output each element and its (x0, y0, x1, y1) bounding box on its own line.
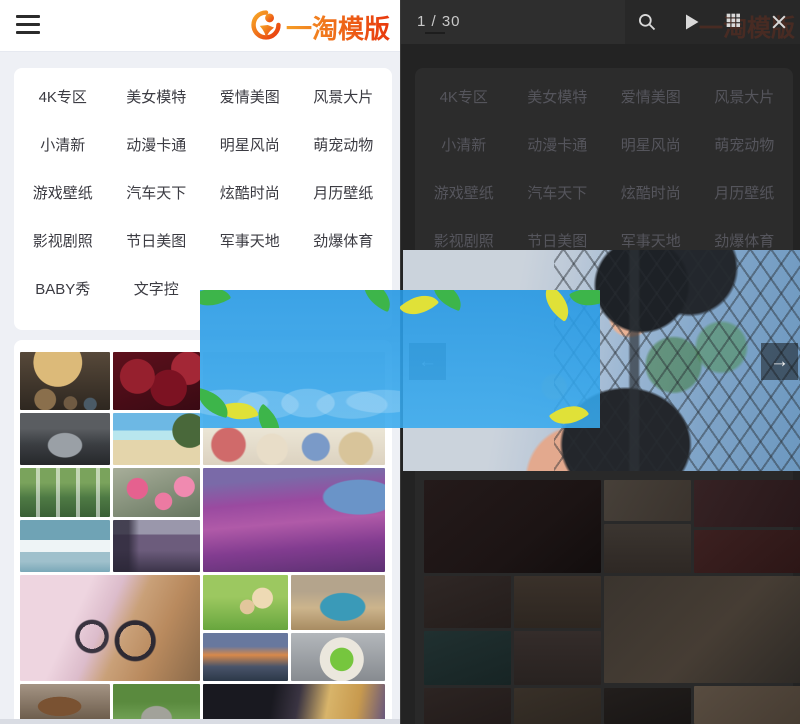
dimmed-category-item-爱情美图[interactable]: 爱情美图 (621, 86, 681, 107)
dimmed-category-item-风景大片[interactable]: 风景大片 (714, 86, 774, 107)
dimmed-category-item-萌宠动物[interactable]: 萌宠动物 (714, 134, 774, 155)
category-item-4K专区[interactable]: 4K专区 (39, 86, 87, 107)
leaf-icon (200, 290, 231, 315)
category-item-美女模特[interactable]: 美女模特 (126, 86, 186, 107)
dim-thumb-model-light[interactable] (604, 480, 691, 521)
category-item-炫酷时尚[interactable]: 炫酷时尚 (220, 182, 280, 203)
leaf-icon (400, 290, 439, 324)
dimmed-category-item-游戏壁纸[interactable]: 游戏壁纸 (434, 182, 494, 203)
dim-thumb-model-arms-up[interactable] (424, 480, 601, 573)
screenshot-stage: 一淘模版 4K专区 美女模特 爱情美图 风景大片小清新 动漫卡通 明星风尚 萌宠动物游戏壁纸… (0, 0, 800, 724)
dimmed-category-item-4K专区[interactable]: 4K专区 (440, 86, 488, 107)
category-item-风景大片[interactable]: 风景大片 (313, 86, 373, 107)
category-item-劲爆体育[interactable]: 劲爆体育 (313, 230, 373, 251)
dimmed-category-item-影视剧照[interactable]: 影视剧照 (434, 230, 494, 251)
next-arrow-button[interactable]: → (761, 343, 798, 380)
dimmed-category-item-明星风尚[interactable]: 明星风尚 (621, 134, 681, 155)
dim-thumb-girl-yellow[interactable] (514, 576, 601, 628)
category-item-军事天地[interactable]: 军事天地 (220, 230, 280, 251)
thumb-rabbits[interactable] (203, 575, 288, 630)
dimmed-category-item-节日美图[interactable]: 节日美图 (527, 230, 587, 251)
thumb-forest-road[interactable] (113, 684, 200, 724)
dimmed-category-item-劲爆体育[interactable]: 劲爆体育 (714, 230, 774, 251)
thumb-sunset-road[interactable] (203, 633, 288, 681)
thumb-planets[interactable] (20, 352, 110, 410)
dimmed-category-item-汽车天下[interactable]: 汽车天下 (527, 182, 587, 203)
hamburger-menu-icon[interactable] (16, 15, 40, 35)
category-item-明星风尚[interactable]: 明星风尚 (220, 134, 280, 155)
dim-thumb-couple-dark[interactable] (604, 688, 691, 724)
logo-person-icon (250, 9, 282, 46)
thumb-food-bowl[interactable] (291, 633, 385, 681)
category-item-游戏壁纸[interactable]: 游戏壁纸 (33, 182, 93, 203)
thumb-lavender-field[interactable] (203, 468, 385, 572)
thumb-camellia[interactable] (113, 468, 200, 517)
dim-thumb-blonde-portrait[interactable] (604, 576, 800, 683)
dimmed-category-item-小清新[interactable]: 小清新 (441, 134, 486, 155)
thumb-blue-car[interactable] (291, 575, 385, 630)
thumb-bicycle[interactable] (20, 575, 200, 681)
dim-thumb-model-soft[interactable] (514, 688, 601, 724)
category-item-萌宠动物[interactable]: 萌宠动物 (313, 134, 373, 155)
dim-thumb-model-portrait[interactable] (694, 480, 800, 527)
play-icon[interactable] (669, 0, 713, 44)
close-icon[interactable] (757, 0, 800, 44)
floating-ad-banner[interactable] (200, 290, 600, 428)
thumb-snow-mountains[interactable] (20, 520, 110, 572)
dim-thumb-dolls-red[interactable] (694, 530, 800, 573)
category-item-月历壁纸[interactable]: 月历壁纸 (313, 182, 373, 203)
leaf-icon (549, 396, 589, 428)
category-item-汽车天下[interactable]: 汽车天下 (126, 182, 186, 203)
dim-thumb-window-light[interactable] (694, 686, 800, 724)
thumbnails-grid-icon[interactable] (713, 0, 757, 44)
dim-thumb-couple[interactable] (424, 576, 511, 628)
thumb-beach[interactable] (113, 413, 200, 465)
site-logo[interactable]: 一淘模版 (250, 9, 390, 46)
ad-banner-tile-left (200, 290, 400, 428)
leaf-icon (569, 290, 600, 314)
toolbar-buttons: 一淘模版 (625, 0, 800, 44)
category-item-BABY秀[interactable]: BABY秀 (35, 278, 90, 299)
image-counter: 1 / 30 (417, 0, 461, 44)
logo-text: 一淘模版 (286, 9, 390, 46)
lightbox-toolbar: 1 / 30 一淘模版 (401, 0, 800, 44)
dim-thumb-girl-down[interactable] (514, 631, 601, 685)
dimmed-category-item-美女模特[interactable]: 美女模特 (527, 86, 587, 107)
thumb-cherries[interactable] (113, 352, 200, 410)
dim-thumb-pool[interactable] (424, 631, 511, 685)
dimmed-category-item-月历壁纸[interactable]: 月历壁纸 (714, 182, 774, 203)
thumb-waterfall[interactable] (20, 468, 110, 517)
thumb-fantasy-road[interactable] (113, 520, 200, 572)
category-item-小清新[interactable]: 小清新 (40, 134, 85, 155)
search-icon[interactable] (625, 0, 669, 44)
site-header: 一淘模版 (0, 0, 400, 52)
dimmed-category-item-军事天地[interactable]: 军事天地 (621, 230, 681, 251)
category-item-影视剧照[interactable]: 影视剧照 (33, 230, 93, 251)
category-item-动漫卡通[interactable]: 动漫卡通 (126, 134, 186, 155)
ad-banner-tile-right (400, 290, 600, 428)
thumb-leather-shoe[interactable] (20, 684, 110, 724)
leaf-icon (357, 290, 397, 312)
thumb-garage-car[interactable] (20, 413, 110, 465)
category-item-节日美图[interactable]: 节日美图 (126, 230, 186, 251)
dim-thumb-model-white[interactable] (604, 524, 691, 573)
category-item-文字控[interactable]: 文字控 (134, 278, 179, 299)
page-bottom-strip (0, 719, 400, 724)
category-item-爱情美图[interactable]: 爱情美图 (220, 86, 280, 107)
dimmed-category-item-动漫卡通[interactable]: 动漫卡通 (527, 134, 587, 155)
dim-thumb-woman-face[interactable] (424, 688, 511, 724)
dimmed-category-item-炫酷时尚[interactable]: 炫酷时尚 (621, 182, 681, 203)
thumb-anime-girls[interactable] (203, 684, 385, 724)
